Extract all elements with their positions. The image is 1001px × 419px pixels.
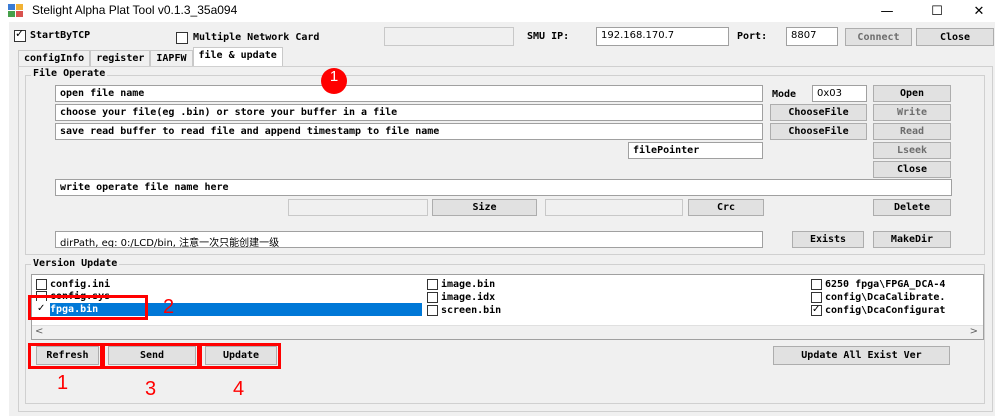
start-by-tcp-checkbox[interactable]: ✓ <box>14 27 26 42</box>
annotation-box-2 <box>28 295 148 320</box>
list-item-label: config.ini <box>50 278 111 290</box>
item-checkbox[interactable] <box>427 291 438 303</box>
list-item[interactable]: image.bin <box>427 278 495 290</box>
choose-file-button-1[interactable]: ChooseFile <box>770 104 867 121</box>
file-operate-group <box>25 75 985 255</box>
choose-file-text-input[interactable]: choose your file(eg .bin) or store your … <box>55 104 763 121</box>
list-item-label: screen.bin <box>441 304 502 316</box>
smu-ip-label: SMU IP: <box>527 31 570 42</box>
multiple-network-card-label: Multiple Network Card <box>193 32 320 43</box>
checkmark-icon: ✓ <box>812 303 821 315</box>
start-by-tcp-label: StartByTCP <box>30 30 91 41</box>
list-item-label: image.bin <box>441 278 496 290</box>
tab-register[interactable]: register <box>90 50 151 66</box>
file-name-input[interactable]: open file name <box>55 85 763 102</box>
write-button[interactable]: Write <box>873 104 951 121</box>
list-item-label: 6250 fpga\FPGA_DCA-4 <box>825 278 946 290</box>
item-checkbox[interactable] <box>427 304 438 316</box>
size-field[interactable] <box>288 199 428 216</box>
version-update-title: Version Update <box>31 258 120 269</box>
list-item-label: config\DcaConfigurat <box>825 304 946 316</box>
choose-file-button-2[interactable]: ChooseFile <box>770 123 867 140</box>
lseek-button[interactable]: Lseek <box>873 142 951 159</box>
make-dir-button[interactable]: MakeDir <box>873 231 951 248</box>
annotation-label-1: 1 <box>57 372 69 394</box>
list-item-label: image.idx <box>441 291 496 303</box>
annotation-box-send <box>102 343 200 369</box>
app-icon <box>8 4 23 17</box>
network-card-field[interactable] <box>384 27 514 46</box>
item-checkbox[interactable]: ✓ <box>811 303 822 316</box>
maximize-button[interactable]: ☐ <box>915 0 959 22</box>
window-close-button[interactable]: ✕ <box>957 0 1001 22</box>
horizontal-scrollbar[interactable]: < > <box>32 325 983 339</box>
mode-label: Mode <box>772 89 797 100</box>
smu-ip-input[interactable]: 192.168.170.7 <box>596 27 729 46</box>
checkmark-icon: ✓ <box>15 27 25 40</box>
scroll-right-icon[interactable]: > <box>970 326 978 337</box>
item-checkbox[interactable] <box>36 278 47 290</box>
title-bar: Stelight Alpha Plat Tool v0.1.3_35a094 —… <box>0 0 1001 22</box>
annotation-label-2: 2 <box>163 296 175 318</box>
delete-button[interactable]: Delete <box>873 199 951 216</box>
connect-button[interactable]: Connect <box>845 28 912 46</box>
list-item-label: config\DcaCalibrate. <box>825 291 946 303</box>
file-pointer-input[interactable]: filePointer <box>628 142 763 159</box>
item-checkbox[interactable] <box>427 278 438 290</box>
read-button[interactable]: Read <box>873 123 951 140</box>
annotation-marker-1-label: 1 <box>329 68 339 85</box>
list-item[interactable]: 6250 fpga\FPGA_DCA-4 <box>811 278 945 290</box>
list-item[interactable]: image.idx <box>427 291 495 303</box>
crc-field[interactable] <box>545 199 683 216</box>
tab-file-update[interactable]: file & update <box>192 47 283 66</box>
save-read-buffer-input[interactable]: save read buffer to read file and append… <box>55 123 763 140</box>
list-item[interactable]: ✓ config\DcaConfigurat <box>811 304 945 316</box>
file-operate-title: File Operate <box>31 68 108 79</box>
port-label: Port: <box>737 31 768 42</box>
annotation-box-update <box>199 343 281 369</box>
tab-strip: configInfo register IAPFW file & update <box>18 47 283 66</box>
exists-button[interactable]: Exists <box>792 231 864 248</box>
dir-path-input[interactable]: dirPath, eg: 0:/LCD/bin, 注意一次只能创建一级 <box>55 231 763 248</box>
item-checkbox[interactable] <box>811 291 822 303</box>
port-input[interactable]: 8807 <box>786 27 838 46</box>
open-button[interactable]: Open <box>873 85 951 102</box>
crc-button[interactable]: Crc <box>688 199 764 216</box>
minimize-button[interactable]: — <box>865 0 909 22</box>
mode-input[interactable]: 0x03 <box>812 85 867 102</box>
window-title: Stelight Alpha Plat Tool v0.1.3_35a094 <box>32 3 238 17</box>
file-close-button[interactable]: Close <box>873 161 951 178</box>
tab-iapfw[interactable]: IAPFW <box>150 50 193 66</box>
scroll-left-icon[interactable]: < <box>35 326 43 337</box>
top-close-button[interactable]: Close <box>916 28 994 46</box>
list-item[interactable]: screen.bin <box>427 304 501 316</box>
item-checkbox[interactable] <box>811 278 822 290</box>
update-all-exist-ver-button[interactable]: Update All Exist Ver <box>773 346 950 365</box>
list-item[interactable]: config\DcaCalibrate. <box>811 291 945 303</box>
annotation-label-3: 3 <box>145 378 157 400</box>
list-item[interactable]: config.ini <box>36 278 110 290</box>
tab-config-info[interactable]: configInfo <box>18 50 91 66</box>
write-file-name-input[interactable]: write operate file name here <box>55 179 952 196</box>
annotation-label-4: 4 <box>233 378 245 400</box>
size-button[interactable]: Size <box>432 199 537 216</box>
annotation-box-refresh <box>28 343 103 369</box>
